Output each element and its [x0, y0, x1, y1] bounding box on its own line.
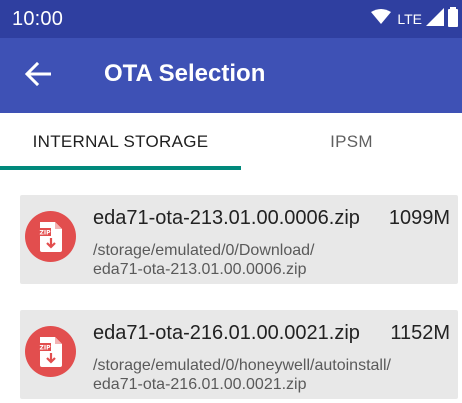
tab-ipsm[interactable]: IPSM — [241, 113, 462, 171]
battery-icon — [448, 6, 458, 32]
tab-internal-storage[interactable]: INTERNAL STORAGE — [0, 113, 241, 171]
file-path: /storage/emulated/0/Download/ eda71-ota-… — [93, 241, 453, 279]
zip-file-icon: ZIP — [25, 211, 76, 262]
page-title: OTA Selection — [104, 60, 266, 87]
zip-label: ZIP — [39, 344, 51, 351]
file-path: /storage/emulated/0/honeywell/autoinstal… — [93, 356, 453, 394]
file-name: eda71-ota-216.01.00.0021.zip — [93, 322, 360, 344]
file-path-line: eda71-ota-213.01.00.0006.zip — [93, 261, 307, 278]
network-type-label: LTE — [397, 11, 422, 27]
file-name: eda71-ota-213.01.00.0006.zip — [93, 207, 360, 229]
arrow-back-icon — [24, 61, 52, 91]
file-path-line: /storage/emulated/0/Download/ — [93, 242, 315, 259]
file-path-line: /storage/emulated/0/honeywell/autoinstal… — [93, 357, 391, 374]
status-icons: LTE — [371, 6, 458, 32]
zip-label: ZIP — [39, 229, 51, 236]
zip-file-icon: ZIP — [25, 326, 76, 377]
app-bar: OTA Selection — [0, 38, 462, 113]
file-list-item[interactable]: ZIP eda71-ota-216.01.00.0021.zip 1152M /… — [20, 310, 458, 399]
tab-bar: INTERNAL STORAGE IPSM — [0, 113, 462, 171]
wifi-icon — [371, 8, 392, 30]
status-time: 10:00 — [12, 8, 64, 30]
tab-selected-indicator — [0, 166, 241, 170]
status-bar: 10:00 LTE — [0, 0, 462, 38]
file-size: 1099M — [388, 207, 450, 229]
signal-icon — [426, 7, 444, 31]
file-path-line: eda71-ota-216.01.00.0021.zip — [93, 376, 307, 393]
file-list-item[interactable]: ZIP eda71-ota-213.01.00.0006.zip 1099M /… — [20, 195, 458, 284]
back-button[interactable] — [20, 58, 56, 94]
file-size: 1152M — [390, 322, 450, 344]
